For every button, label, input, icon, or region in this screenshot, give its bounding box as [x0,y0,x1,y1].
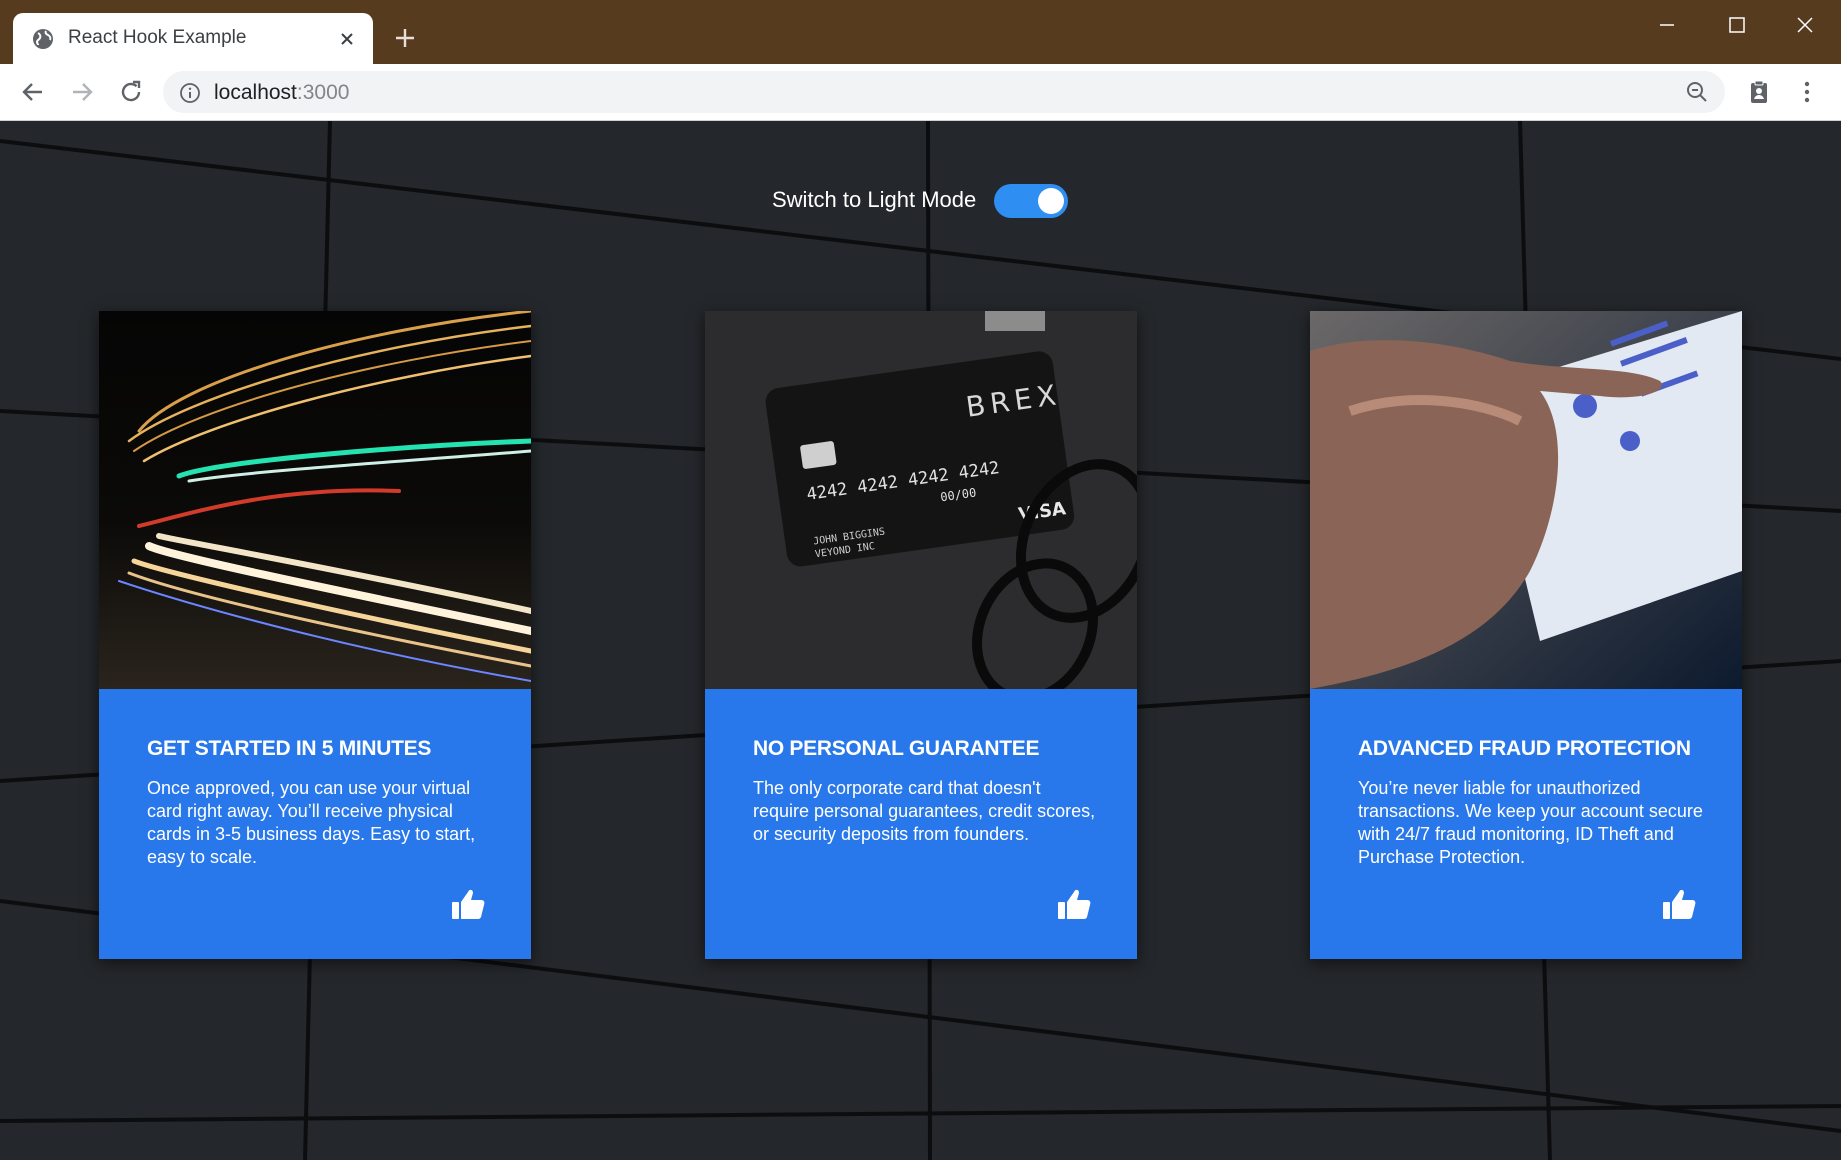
url-port: :3000 [296,81,350,104]
close-window-icon[interactable] [1794,14,1816,36]
card-description: The only corporate card that doesn't req… [753,778,1096,844]
browser-toolbar: localhost:3000 [0,64,1841,121]
maximize-icon[interactable] [1726,14,1748,36]
toggle-knob [1038,188,1064,214]
back-arrow-icon[interactable] [19,78,47,106]
new-tab-icon[interactable] [392,25,418,51]
card-title: GET STARTED IN 5 MINUTES [147,737,432,760]
minimize-icon[interactable] [1656,14,1678,36]
clipboard-icon[interactable] [1745,78,1773,106]
card-description: Once approved, you can use your virtual … [147,778,476,867]
light-trails-image [99,311,531,689]
feature-card: BREX 4242 4242 4242 4242 00/00 JOHN BIGG… [705,311,1137,959]
reload-icon[interactable] [117,78,145,106]
card-title: NO PERSONAL GUARANTEE [753,737,1040,760]
forward-arrow-icon[interactable] [68,78,96,106]
theme-toggle-switch[interactable] [994,184,1068,218]
browser-tab[interactable]: React Hook Example [13,13,373,64]
card-title: ADVANCED FRAUD PROTECTION [1358,737,1691,760]
tablet-hand-image [1310,311,1742,689]
thumbs-up-icon[interactable] [1661,886,1697,922]
more-menu-icon[interactable] [1793,78,1821,106]
globe-icon [33,29,53,49]
address-bar[interactable]: localhost:3000 [163,71,1725,113]
browser-titlebar: React Hook Example [0,0,1841,64]
feature-card: GET STARTED IN 5 MINUTES Once approved, … [99,311,531,959]
zoom-icon[interactable] [1685,80,1709,104]
theme-toggle-row: Switch to Light Mode [0,177,1841,221]
close-tab-icon[interactable] [337,29,357,49]
card-description: You’re never liable for unauthorized tra… [1358,778,1703,867]
credit-card-image: BREX 4242 4242 4242 4242 00/00 JOHN BIGG… [705,311,1137,689]
feature-card: ADVANCED FRAUD PROTECTION You’re never l… [1310,311,1742,959]
theme-toggle-label: Switch to Light Mode [772,187,977,212]
thumbs-up-icon[interactable] [1056,886,1092,922]
tab-title: React Hook Example [68,27,247,48]
thumbs-up-icon[interactable] [450,886,486,922]
info-icon[interactable] [179,82,201,104]
url-text: localhost:3000 [214,81,349,105]
url-host: localhost [214,81,297,104]
page-content: Switch to Light Mode GET STARTED IN 5 MI… [0,121,1841,1160]
